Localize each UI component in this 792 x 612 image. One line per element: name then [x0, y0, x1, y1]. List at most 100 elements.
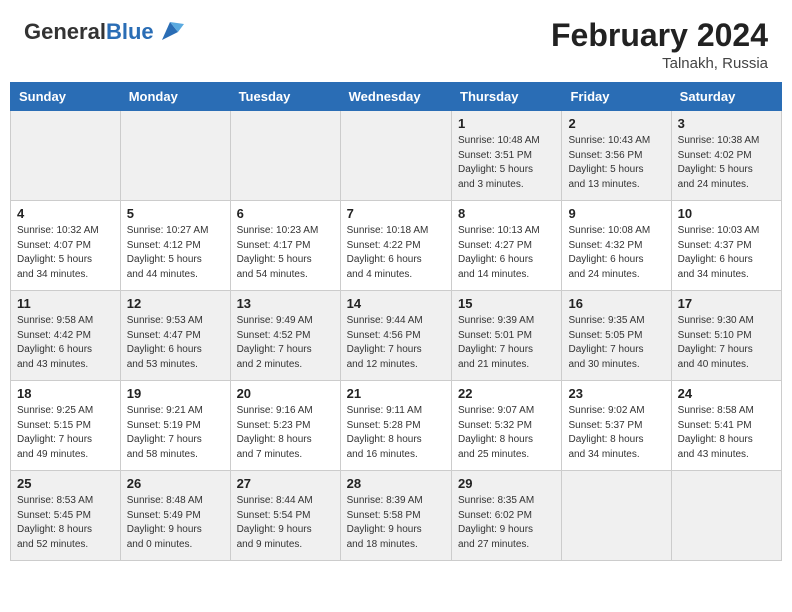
- weekday-header-thursday: Thursday: [452, 83, 562, 111]
- day-info: Sunrise: 9:35 AMSunset: 5:05 PMDaylight:…: [568, 314, 664, 372]
- weekday-header-tuesday: Tuesday: [230, 83, 340, 111]
- day-info: Sunrise: 8:39 AMSunset: 5:58 PMDaylight:…: [347, 494, 445, 552]
- weekday-header-saturday: Saturday: [671, 83, 781, 111]
- day-cell-26: 26Sunrise: 8:48 AMSunset: 5:49 PMDayligh…: [120, 471, 230, 561]
- day-number: 4: [17, 206, 114, 221]
- day-info: Sunrise: 8:58 AMSunset: 5:41 PMDaylight:…: [678, 404, 775, 462]
- day-info: Sunrise: 10:18 AMSunset: 4:22 PMDaylight…: [347, 224, 445, 282]
- day-cell-14: 14 Sunrise: 9:44 AMSunset: 4:56 PMDayligh…: [340, 291, 451, 381]
- day-cell-27: 27Sunrise: 8:44 AMSunset: 5:54 PMDayligh…: [230, 471, 340, 561]
- day-info: Sunrise: 9:11 AMSunset: 5:28 PMDaylight:…: [347, 404, 445, 462]
- calendar-table: SundayMondayTuesdayWednesdayThursdayFrid…: [10, 82, 782, 561]
- day-number: 20: [237, 386, 334, 401]
- day-cell-11: 11Sunrise: 9:58 AMSunset: 4:42 PMDayligh…: [11, 291, 121, 381]
- day-info: Sunrise: 9:21 AMSunset: 5:19 PMDaylight:…: [127, 404, 224, 462]
- day-number: 14: [347, 296, 445, 311]
- day-info: Sunrise: 8:48 AMSunset: 5:49 PMDaylight:…: [127, 494, 224, 552]
- day-number: 15: [458, 296, 555, 311]
- day-info: Sunrise: 8:35 AMSunset: 6:02 PMDaylight:…: [458, 494, 555, 552]
- day-info: Sunrise: 9:53 AMSunset: 4:47 PMDaylight:…: [127, 314, 224, 372]
- location-subtitle: Talnakh, Russia: [551, 55, 768, 72]
- day-number: 25: [17, 476, 114, 491]
- day-info: Sunrise: 9:25 AMSunset: 5:15 PMDaylight:…: [17, 404, 114, 462]
- day-info: Sunrise: 9:49 AMSunset: 4:52 PMDaylight:…: [237, 314, 334, 372]
- weekday-header-friday: Friday: [562, 83, 671, 111]
- day-info: Sunrise: 9:07 AMSunset: 5:32 PMDaylight:…: [458, 404, 555, 462]
- day-cell-10: 10 Sunrise: 10:03 AMSunset: 4:37 PMDaylig…: [671, 201, 781, 291]
- day-cell-16: 16 Sunrise: 9:35 AMSunset: 5:05 PMDayligh…: [562, 291, 671, 381]
- day-number: 8: [458, 206, 555, 221]
- day-info: Sunrise: 9:30 AMSunset: 5:10 PMDaylight:…: [678, 314, 775, 372]
- month-year-title: February 2024: [551, 18, 768, 53]
- day-cell-7: 7 Sunrise: 10:18 AMSunset: 4:22 PMDayligh…: [340, 201, 451, 291]
- day-number: 17: [678, 296, 775, 311]
- day-info: Sunrise: 10:32 AMSunset: 4:07 PMDaylight…: [17, 224, 114, 282]
- day-cell-22: 22 Sunrise: 9:07 AMSunset: 5:32 PMDayligh…: [452, 381, 562, 471]
- day-number: 12: [127, 296, 224, 311]
- day-number: 5: [127, 206, 224, 221]
- day-number: 6: [237, 206, 334, 221]
- day-cell-8: 8 Sunrise: 10:13 AMSunset: 4:27 PMDayligh…: [452, 201, 562, 291]
- day-number: 24: [678, 386, 775, 401]
- day-number: 22: [458, 386, 555, 401]
- day-cell-13: 13 Sunrise: 9:49 AMSunset: 4:52 PMDayligh…: [230, 291, 340, 381]
- day-info: Sunrise: 10:08 AMSunset: 4:32 PMDaylight…: [568, 224, 664, 282]
- day-number: 1: [458, 116, 555, 131]
- day-cell-29: 29Sunrise: 8:35 AMSunset: 6:02 PMDayligh…: [452, 471, 562, 561]
- day-number: 19: [127, 386, 224, 401]
- day-cell-5: 5 Sunrise: 10:27 AMSunset: 4:12 PMDayligh…: [120, 201, 230, 291]
- day-number: 7: [347, 206, 445, 221]
- day-number: 13: [237, 296, 334, 311]
- day-cell-23: 23 Sunrise: 9:02 AMSunset: 5:37 PMDayligh…: [562, 381, 671, 471]
- logo-icon: [156, 18, 184, 46]
- day-cell-empty-4-6: [671, 471, 781, 561]
- day-cell-18: 18 Sunrise: 9:25 AMSunset: 5:15 PMDayligh…: [11, 381, 121, 471]
- day-info: Sunrise: 8:44 AMSunset: 5:54 PMDaylight:…: [237, 494, 334, 552]
- day-info: Sunrise: 10:13 AMSunset: 4:27 PMDaylight…: [458, 224, 555, 282]
- calendar-week-4: 25Sunrise: 8:53 AMSunset: 5:45 PMDayligh…: [11, 471, 782, 561]
- day-cell-4: 4 Sunrise: 10:32 AMSunset: 4:07 PMDayligh…: [11, 201, 121, 291]
- day-number: 21: [347, 386, 445, 401]
- day-number: 28: [347, 476, 445, 491]
- day-number: 2: [568, 116, 664, 131]
- title-block: February 2024 Talnakh, Russia: [551, 18, 768, 72]
- logo-blue-text: Blue: [106, 19, 154, 44]
- day-cell-empty-4-5: [562, 471, 671, 561]
- day-number: 23: [568, 386, 664, 401]
- day-info: Sunrise: 9:58 AMSunset: 4:42 PMDaylight:…: [17, 314, 114, 372]
- logo-general-text: General: [24, 19, 106, 44]
- calendar-wrap: SundayMondayTuesdayWednesdayThursdayFrid…: [0, 82, 792, 571]
- day-cell-21: 21 Sunrise: 9:11 AMSunset: 5:28 PMDayligh…: [340, 381, 451, 471]
- day-number: 9: [568, 206, 664, 221]
- calendar-week-3: 18 Sunrise: 9:25 AMSunset: 5:15 PMDayligh…: [11, 381, 782, 471]
- day-number: 18: [17, 386, 114, 401]
- day-cell-17: 17 Sunrise: 9:30 AMSunset: 5:10 PMDayligh…: [671, 291, 781, 381]
- day-cell-12: 12 Sunrise: 9:53 AMSunset: 4:47 PMDayligh…: [120, 291, 230, 381]
- day-info: Sunrise: 10:23 AMSunset: 4:17 PMDaylight…: [237, 224, 334, 282]
- day-info: Sunrise: 9:39 AMSunset: 5:01 PMDaylight:…: [458, 314, 555, 372]
- day-cell-19: 19 Sunrise: 9:21 AMSunset: 5:19 PMDayligh…: [120, 381, 230, 471]
- weekday-header-row: SundayMondayTuesdayWednesdayThursdayFrid…: [11, 83, 782, 111]
- day-number: 10: [678, 206, 775, 221]
- weekday-header-wednesday: Wednesday: [340, 83, 451, 111]
- day-cell-empty-0-2: [230, 111, 340, 201]
- day-cell-empty-0-1: [120, 111, 230, 201]
- day-cell-24: 24 Sunrise: 8:58 AMSunset: 5:41 PMDayligh…: [671, 381, 781, 471]
- day-cell-1: 1 Sunrise: 10:48 AMSunset: 3:51 PMDayligh…: [452, 111, 562, 201]
- calendar-week-2: 11Sunrise: 9:58 AMSunset: 4:42 PMDayligh…: [11, 291, 782, 381]
- day-info: Sunrise: 9:16 AMSunset: 5:23 PMDaylight:…: [237, 404, 334, 462]
- day-info: Sunrise: 10:48 AMSunset: 3:51 PMDaylight…: [458, 134, 555, 192]
- day-cell-15: 15 Sunrise: 9:39 AMSunset: 5:01 PMDayligh…: [452, 291, 562, 381]
- page-header: GeneralBlue February 2024 Talnakh, Russi…: [0, 0, 792, 82]
- day-info: Sunrise: 10:43 AMSunset: 3:56 PMDaylight…: [568, 134, 664, 192]
- day-info: Sunrise: 9:02 AMSunset: 5:37 PMDaylight:…: [568, 404, 664, 462]
- day-cell-20: 20 Sunrise: 9:16 AMSunset: 5:23 PMDayligh…: [230, 381, 340, 471]
- day-cell-empty-0-0: [11, 111, 121, 201]
- calendar-week-1: 4 Sunrise: 10:32 AMSunset: 4:07 PMDayligh…: [11, 201, 782, 291]
- day-info: Sunrise: 10:27 AMSunset: 4:12 PMDaylight…: [127, 224, 224, 282]
- day-number: 16: [568, 296, 664, 311]
- day-info: Sunrise: 10:38 AMSunset: 4:02 PMDaylight…: [678, 134, 775, 192]
- day-info: Sunrise: 10:03 AMSunset: 4:37 PMDaylight…: [678, 224, 775, 282]
- day-info: Sunrise: 9:44 AMSunset: 4:56 PMDaylight:…: [347, 314, 445, 372]
- day-cell-9: 9 Sunrise: 10:08 AMSunset: 4:32 PMDayligh…: [562, 201, 671, 291]
